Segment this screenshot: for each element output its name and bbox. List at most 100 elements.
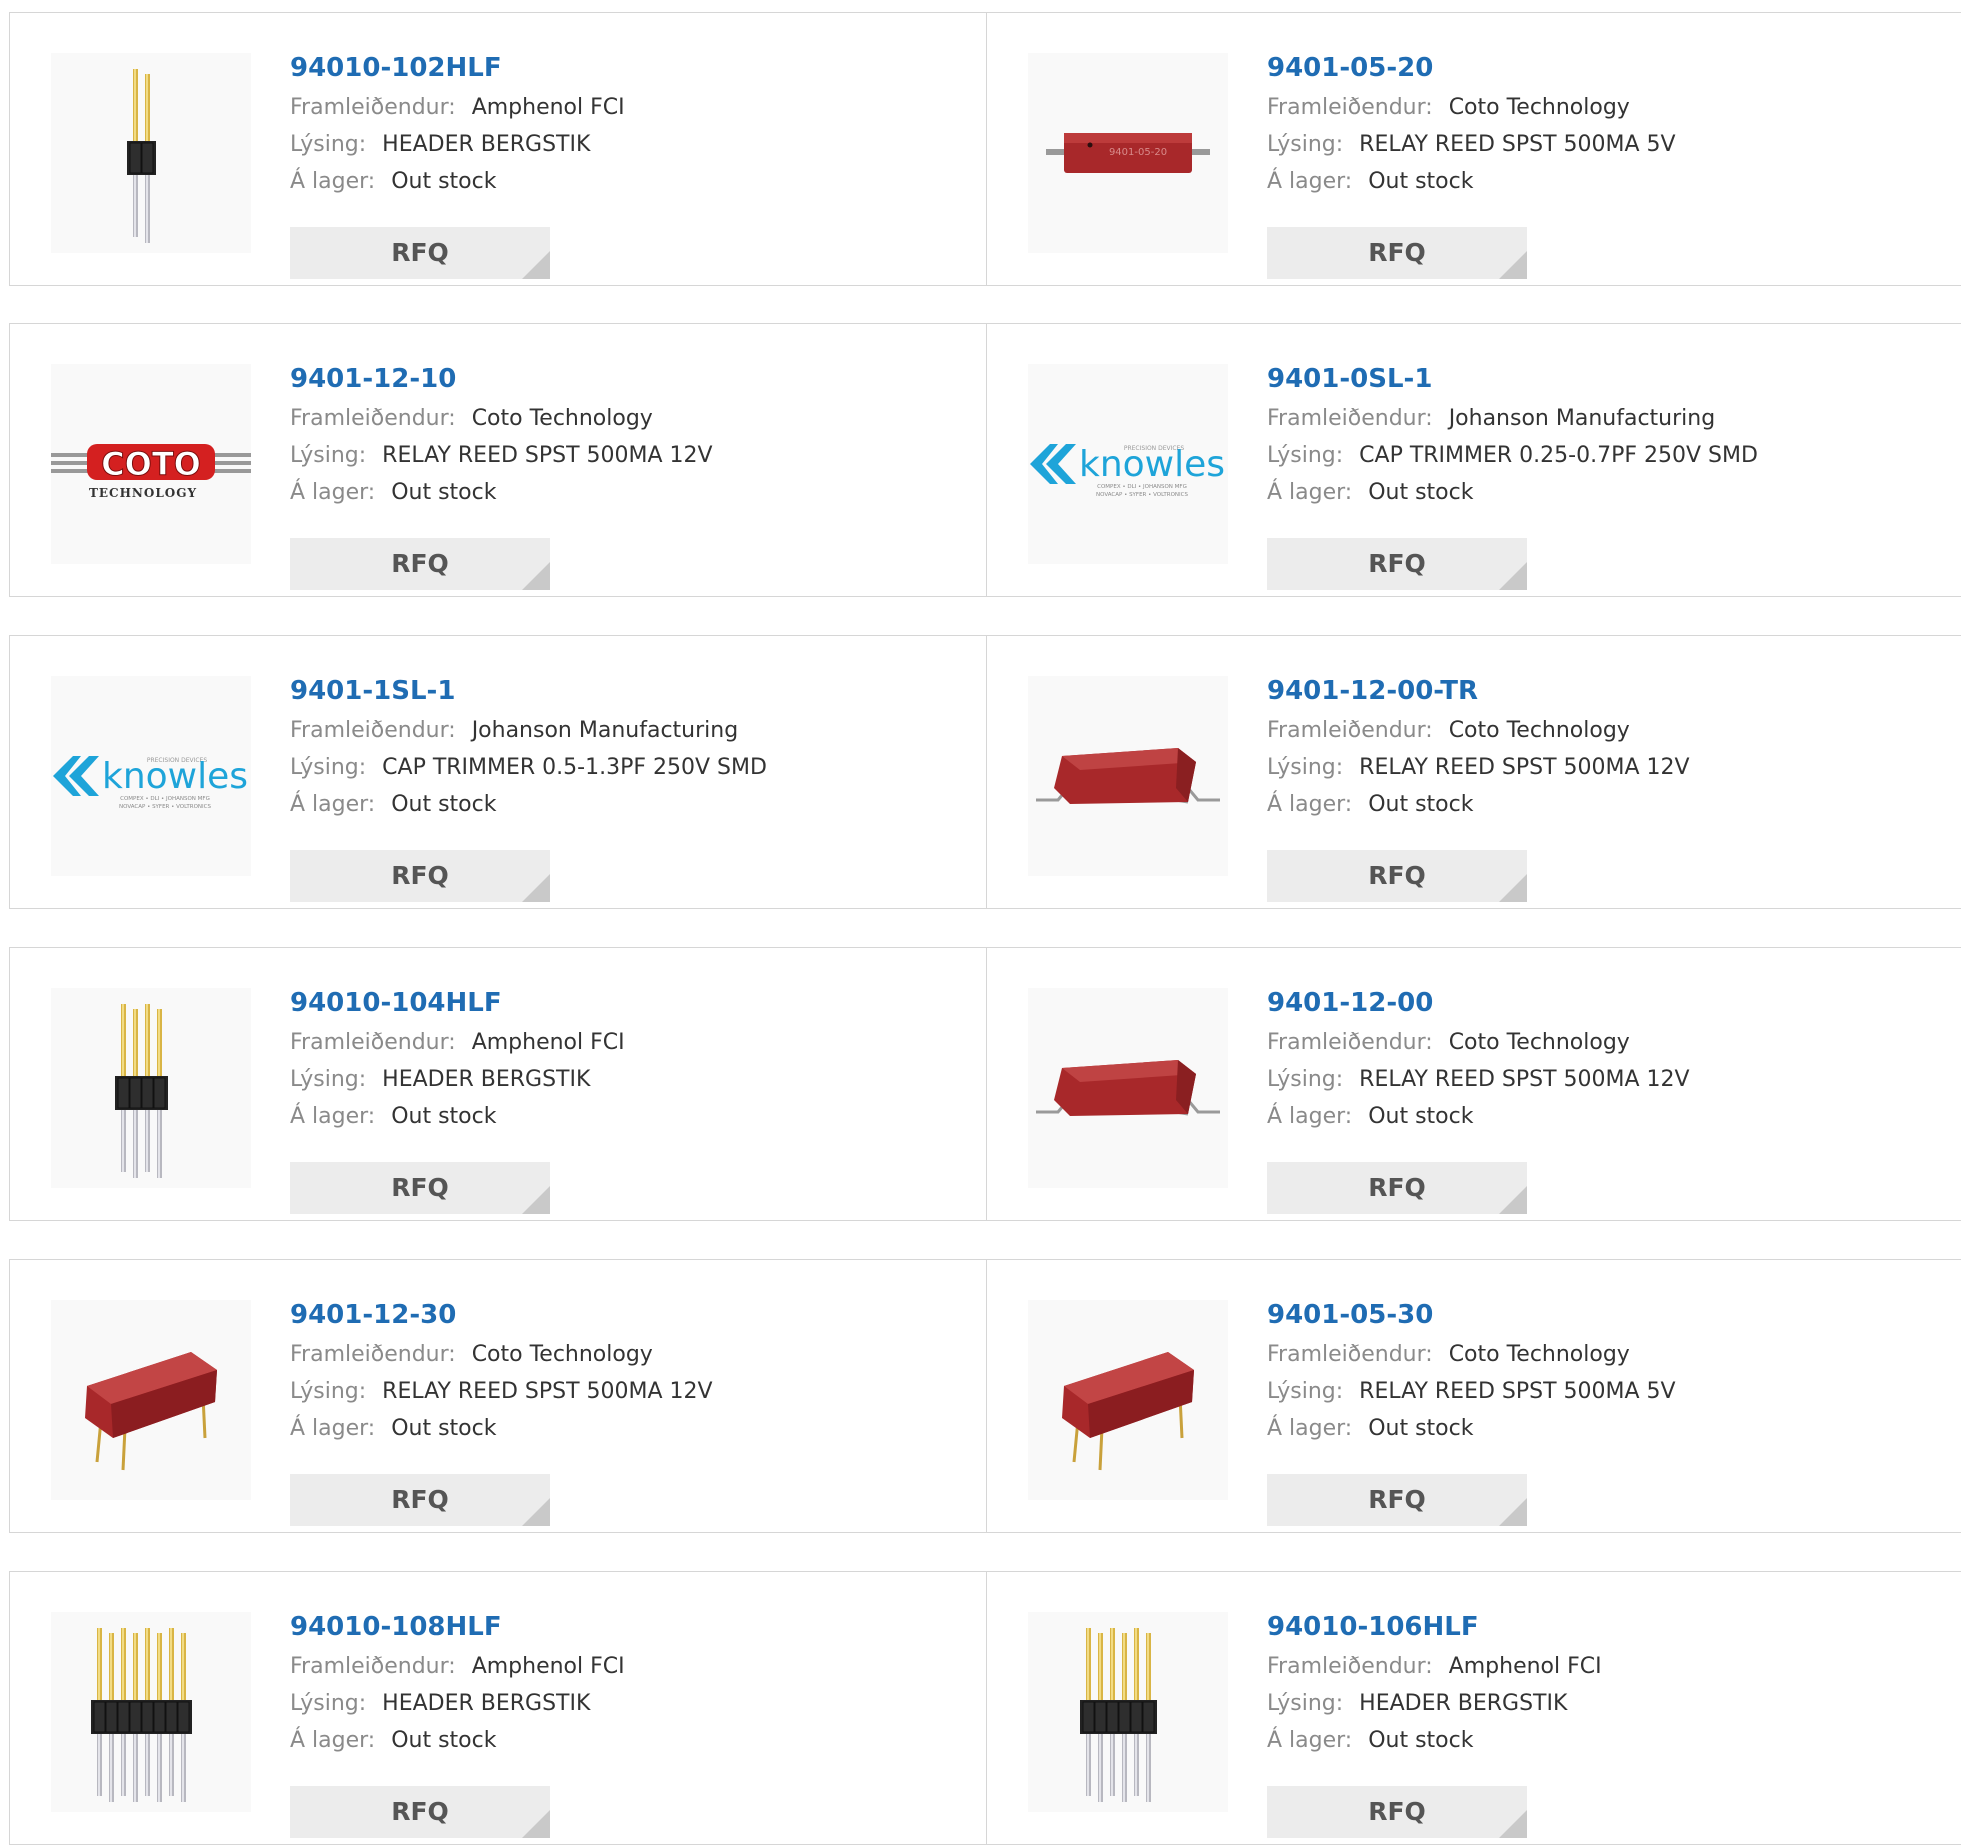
product-card: 94010-102HLF Framleiðendur: Amphenol FCI … — [9, 12, 987, 286]
product-info: 9401-12-10 Framleiðendur: Coto Technology… — [290, 364, 950, 590]
description-label: Lýsing: — [1267, 1691, 1344, 1716]
rfq-button[interactable]: RFQ — [290, 850, 550, 902]
description-label: Lýsing: — [290, 1067, 367, 1092]
stock-value: Out stock — [1368, 1416, 1474, 1441]
manufacturer-label: Framleiðendur: — [290, 1030, 456, 1055]
product-row: 9401-12-30 Framleiðendur: Coto Technology… — [9, 1259, 1961, 1533]
part-number-link[interactable]: 94010-102HLF — [290, 47, 950, 89]
manufacturer-label: Framleiðendur: — [290, 95, 456, 120]
part-number-link[interactable]: 9401-0SL-1 — [1267, 358, 1927, 400]
description-label: Lýsing: — [1267, 755, 1344, 780]
rfq-button[interactable]: RFQ — [290, 227, 550, 279]
pin-header-2-pin-image — [51, 53, 251, 253]
product-image[interactable]: PRECISION DEVICES knowles COMPEX • DLI •… — [1028, 364, 1228, 564]
description-row: Lýsing: RELAY REED SPST 500MA 12V — [290, 437, 950, 474]
part-number-link[interactable]: 9401-12-00 — [1267, 982, 1927, 1024]
description-row: Lýsing: RELAY REED SPST 500MA 12V — [290, 1373, 950, 1410]
stock-label: Á lager: — [1267, 1104, 1353, 1129]
product-image[interactable]: 9401-05-20 — [1028, 53, 1228, 253]
pin-header-6-pin-image — [1028, 1612, 1228, 1812]
part-number-link[interactable]: 9401-1SL-1 — [290, 670, 950, 712]
svg-text:NOVACAP • SYFER • VOLTRONICS: NOVACAP • SYFER • VOLTRONICS — [1096, 492, 1189, 498]
product-image[interactable] — [51, 988, 251, 1188]
manufacturer-label: Framleiðendur: — [1267, 95, 1433, 120]
svg-text:9401-05-20: 9401-05-20 — [1109, 147, 1167, 158]
part-number-link[interactable]: 9401-12-00-TR — [1267, 670, 1927, 712]
stock-value: Out stock — [391, 480, 497, 505]
rfq-button-label: RFQ — [391, 1173, 449, 1202]
rfq-button-label: RFQ — [391, 238, 449, 267]
manufacturer-value: Amphenol FCI — [471, 95, 625, 120]
manufacturer-row: Framleiðendur: Amphenol FCI — [290, 1024, 950, 1061]
rfq-button[interactable]: RFQ — [1267, 1786, 1527, 1838]
description-value: RELAY REED SPST 500MA 5V — [1359, 1379, 1676, 1404]
reed-relay-smd-flat-image: 9401-05-20 — [1028, 53, 1228, 253]
stock-label: Á lager: — [290, 169, 376, 194]
stock-label: Á lager: — [290, 1416, 376, 1441]
stock-value: Out stock — [1368, 1104, 1474, 1129]
product-card: PRECISION DEVICES knowles COMPEX • DLI •… — [9, 635, 987, 909]
product-image[interactable] — [1028, 1300, 1228, 1500]
coto-technology-logo: COTO TECHNOLOGY — [51, 364, 251, 564]
description-label: Lýsing: — [290, 755, 367, 780]
description-value: RELAY REED SPST 500MA 12V — [382, 443, 713, 468]
description-label: Lýsing: — [1267, 1067, 1344, 1092]
product-card: 9401-12-30 Framleiðendur: Coto Technology… — [9, 1259, 987, 1533]
product-image[interactable] — [1028, 1612, 1228, 1812]
product-card: 9401-12-00-TR Framleiðendur: Coto Technol… — [987, 635, 1961, 909]
description-value: RELAY REED SPST 500MA 5V — [1359, 132, 1676, 157]
product-info: 9401-12-00 Framleiðendur: Coto Technology… — [1267, 988, 1927, 1214]
svg-text:knowles: knowles — [102, 756, 248, 797]
part-number-link[interactable]: 9401-05-30 — [1267, 1294, 1927, 1336]
rfq-button[interactable]: RFQ — [290, 538, 550, 590]
description-value: HEADER BERGSTIK — [1359, 1691, 1568, 1716]
manufacturer-value: Coto Technology — [1448, 1030, 1630, 1055]
product-image[interactable] — [51, 1300, 251, 1500]
stock-label: Á lager: — [1267, 480, 1353, 505]
part-number-link[interactable]: 94010-104HLF — [290, 982, 950, 1024]
stock-row: Á lager: Out stock — [290, 1410, 950, 1447]
rfq-button-label: RFQ — [1368, 861, 1426, 890]
corner-triangle-icon — [1499, 1186, 1527, 1214]
description-row: Lýsing: HEADER BERGSTIK — [290, 1685, 950, 1722]
product-image[interactable] — [1028, 676, 1228, 876]
product-image[interactable]: COTO TECHNOLOGY — [51, 364, 251, 564]
product-image[interactable] — [1028, 988, 1228, 1188]
corner-triangle-icon — [522, 1498, 550, 1526]
part-number-link[interactable]: 9401-05-20 — [1267, 47, 1927, 89]
rfq-button[interactable]: RFQ — [290, 1162, 550, 1214]
description-row: Lýsing: RELAY REED SPST 500MA 12V — [1267, 1061, 1927, 1098]
description-label: Lýsing: — [290, 1379, 367, 1404]
stock-value: Out stock — [391, 1416, 497, 1441]
product-image[interactable] — [51, 1612, 251, 1812]
rfq-button[interactable]: RFQ — [1267, 538, 1527, 590]
svg-text:NOVACAP • SYFER • VOLTRONICS: NOVACAP • SYFER • VOLTRONICS — [119, 804, 212, 810]
manufacturer-value: Johanson Manufacturing — [471, 718, 739, 743]
description-label: Lýsing: — [1267, 443, 1344, 468]
rfq-button[interactable]: RFQ — [290, 1474, 550, 1526]
manufacturer-value: Coto Technology — [471, 1342, 653, 1367]
product-card: 94010-108HLF Framleiðendur: Amphenol FCI … — [9, 1571, 987, 1845]
corner-triangle-icon — [522, 251, 550, 279]
rfq-button-label: RFQ — [1368, 1173, 1426, 1202]
rfq-button[interactable]: RFQ — [290, 1786, 550, 1838]
rfq-button[interactable]: RFQ — [1267, 1474, 1527, 1526]
svg-text:knowles: knowles — [1079, 444, 1225, 485]
description-label: Lýsing: — [290, 132, 367, 157]
rfq-button[interactable]: RFQ — [1267, 1162, 1527, 1214]
product-image[interactable]: PRECISION DEVICES knowles COMPEX • DLI •… — [51, 676, 251, 876]
rfq-button[interactable]: RFQ — [1267, 850, 1527, 902]
product-image[interactable] — [51, 53, 251, 253]
stock-value: Out stock — [1368, 480, 1474, 505]
part-number-link[interactable]: 9401-12-10 — [290, 358, 950, 400]
description-row: Lýsing: RELAY REED SPST 500MA 12V — [1267, 749, 1927, 786]
part-number-link[interactable]: 94010-108HLF — [290, 1606, 950, 1648]
product-info: 9401-1SL-1 Framleiðendur: Johanson Manufa… — [290, 676, 950, 902]
part-number-link[interactable]: 9401-12-30 — [290, 1294, 950, 1336]
reed-relay-through-hole-image — [51, 1300, 251, 1500]
part-number-link[interactable]: 94010-106HLF — [1267, 1606, 1927, 1648]
manufacturer-row: Framleiðendur: Coto Technology — [1267, 89, 1927, 126]
rfq-button[interactable]: RFQ — [1267, 227, 1527, 279]
product-info: 94010-104HLF Framleiðendur: Amphenol FCI … — [290, 988, 950, 1214]
product-card: 9401-05-20 9401-05-20 Framleiðendur: Coto… — [987, 12, 1961, 286]
